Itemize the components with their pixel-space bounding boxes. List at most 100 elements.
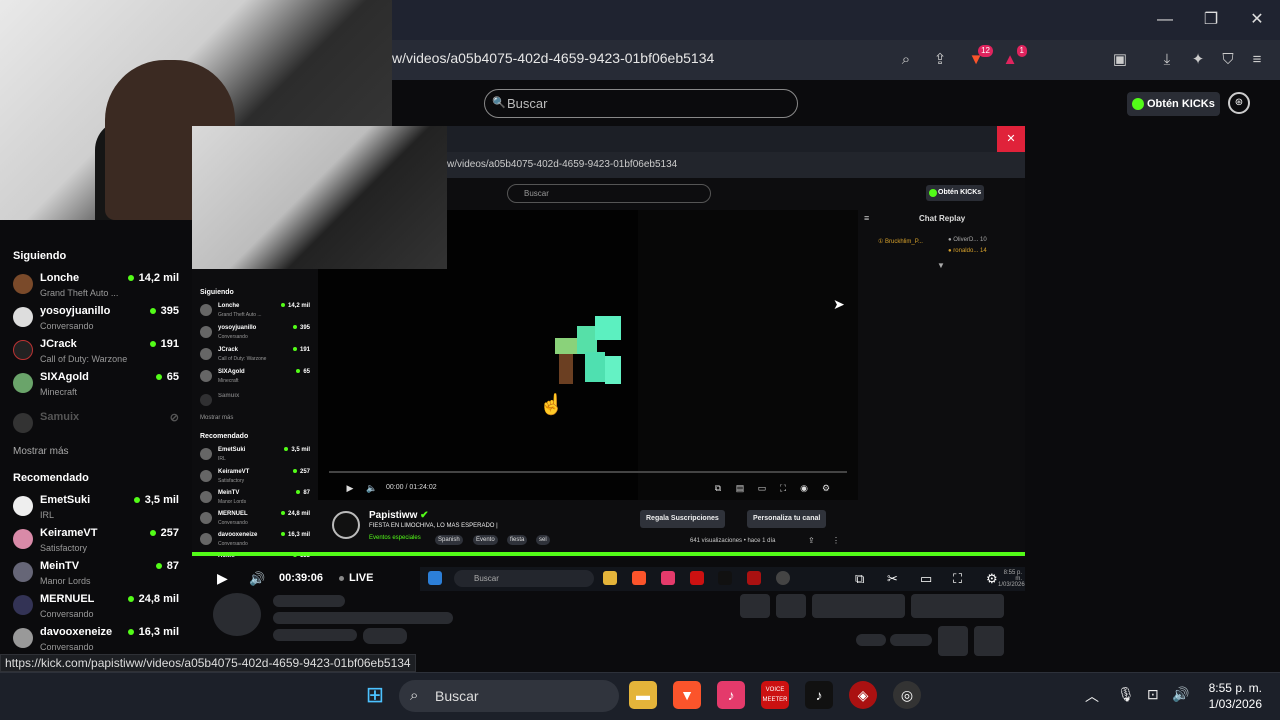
sidebar-channel[interactable]: EmetSuki IRL 3,5 mil <box>13 494 183 526</box>
brave-rewards-icon[interactable]: ▲ 1 <box>998 45 1027 72</box>
play-button[interactable]: ▶ <box>217 570 228 587</box>
inner-brave-icon <box>632 571 646 585</box>
speaker-icon[interactable]: 🔊 <box>1172 686 1189 703</box>
share-icon[interactable]: ⇪ <box>928 48 952 72</box>
avatar <box>13 562 33 582</box>
skeleton-pill <box>363 628 407 644</box>
show-more-link[interactable]: Mostrar más <box>13 446 69 457</box>
sidebar-channel[interactable]: Lonche Grand Theft Auto ... 14,2 mil <box>13 272 183 304</box>
close-window-button[interactable]: ✕ <box>1245 8 1269 32</box>
microphone-icon[interactable]: 🎙 <box>1117 686 1135 703</box>
sidebar-channel[interactable]: JCrack Call of Duty: Warzone 191 <box>13 338 183 370</box>
clip-icon[interactable]: ✂ <box>887 571 898 587</box>
clock-date[interactable]: 1/03/2026 <box>1200 697 1262 711</box>
inner-folder-icon <box>603 571 617 585</box>
inner-sidebar: Siguiendo Lonche Grand Theft Auto ... 14,2… <box>196 285 316 559</box>
channel-game: Conversando <box>40 609 94 619</box>
hand-cursor-icon: ☝ <box>539 394 564 416</box>
avatar <box>13 373 33 393</box>
chat-collapse-icon: ≡ <box>864 213 870 223</box>
avatar <box>200 326 212 338</box>
clock-time[interactable]: 8:55 p. m. <box>1206 681 1262 695</box>
sidebar-channel[interactable]: yosoyjuanillo Conversando 395 <box>13 305 183 337</box>
chat-user-3-name: ronaldo... <box>953 248 979 254</box>
channel-name: MeinTV <box>40 560 80 572</box>
get-kicks-button[interactable]: Obtén KICKs <box>1127 92 1220 116</box>
maximize-button[interactable]: ❐ <box>1199 8 1223 32</box>
viewer-count: 257 <box>292 469 310 475</box>
inner-kicks-button: Obtén KICKs <box>926 185 984 201</box>
brave-browser-icon[interactable]: ▼ <box>673 681 701 709</box>
obs-studio-icon[interactable]: ◎ <box>893 681 921 709</box>
viewer-count-text: 191 <box>299 347 310 353</box>
live-dot-icon <box>280 303 285 308</box>
channel-game: Call of Duty: Warzone <box>40 354 128 364</box>
fullscreen-icon[interactable]: ⛶ <box>953 571 962 587</box>
skeleton-pill <box>890 634 932 646</box>
sidebar-channel-offline[interactable]: Samuix ⊘ <box>13 411 183 443</box>
zoom-icon[interactable]: ⌕ <box>894 48 918 72</box>
brave-shield-icon[interactable]: ▼ 12 <box>964 45 993 72</box>
tray-overflow-icon[interactable]: ︿ <box>1085 686 1099 706</box>
viewer-count-text: 24,8 mil <box>287 511 310 517</box>
skeleton-line <box>273 629 357 641</box>
user-avatar-icon[interactable]: ⊛ <box>1228 92 1250 114</box>
network-icon[interactable]: ⊡ <box>1147 686 1159 703</box>
reader-mode-icon[interactable]: ▣ <box>1108 48 1132 72</box>
taskbar-search-placeholder: Buscar <box>435 688 479 704</box>
chat-user-1: ① Bruckhlim_P... <box>878 239 923 245</box>
viewer-count: 16,3 mil <box>280 532 310 538</box>
file-explorer-icon[interactable]: ▬ <box>629 681 657 709</box>
vpn-shield-icon[interactable]: ⛉ <box>1216 48 1240 72</box>
channel-game: Minecraft <box>40 387 78 397</box>
channel-name: SIXAgold <box>218 369 245 375</box>
sidebar-channel[interactable]: MeinTV Manor Lords 87 <box>13 560 183 592</box>
inner-kicks-label: Obtén KICKs <box>938 189 982 196</box>
url-field[interactable]: w/videos/a05b4075-402d-4659-9423-01bf06e… <box>392 50 714 66</box>
avatar <box>13 307 33 327</box>
search-placeholder: Buscar <box>507 96 548 111</box>
sidebar-channel[interactable]: MERNUEL Conversando 24,8 mil <box>13 593 183 625</box>
inner-recommended-item: MERNUEL Conversando 24,8 mil <box>200 511 312 531</box>
chat-scroll-down-icon: ▼ <box>937 261 945 270</box>
viewer-count: 3,5 mil <box>284 447 310 453</box>
sidebar-channel[interactable]: SIXAgold Minecraft 65 <box>13 371 183 403</box>
pip-icon[interactable]: ⧉ <box>855 571 864 587</box>
channel-game: Satisfactory <box>218 478 245 484</box>
video-progress-bar[interactable] <box>192 552 1025 556</box>
tiktok-icon[interactable]: ♪ <box>805 681 833 709</box>
channel-name: davooxeneize <box>40 626 113 638</box>
live-indicator[interactable]: LIVE <box>339 572 373 584</box>
inner-following-item: JCrack Call of Duty: Warzone 191 <box>200 347 312 367</box>
minimize-button[interactable]: — <box>1153 8 1177 32</box>
inner-taskbar-search: Buscar <box>454 570 594 587</box>
inner-following-item: Samuix <box>200 393 312 413</box>
inner-search-placeholder: Buscar <box>524 189 549 198</box>
tiktok-studio-icon[interactable]: ♪ <box>717 681 745 709</box>
windows-start-icon[interactable]: ⊞ <box>361 681 389 709</box>
settings-icon[interactable]: ⚙ <box>986 571 998 587</box>
skeleton-button <box>776 594 806 618</box>
avatar <box>200 448 212 460</box>
inner-recommended-item: MeinTV Manor Lords 87 <box>200 490 312 510</box>
app-icon[interactable]: ◈ <box>849 681 877 709</box>
sidebar-channel[interactable]: KeirameVT Satisfactory 257 <box>13 527 183 559</box>
volume-button[interactable]: 🔊 <box>249 571 265 587</box>
menu-icon[interactable]: ≡ <box>1245 48 1269 72</box>
download-icon[interactable]: ⤓ <box>1155 48 1179 72</box>
inner-following-title: Siguiendo <box>200 289 234 296</box>
leo-ai-icon[interactable]: ✦ <box>1186 48 1210 72</box>
viewer-count: 24,8 mil <box>127 593 179 605</box>
channel-game: Manor Lords <box>40 576 91 586</box>
search-input[interactable]: 🔍 Buscar <box>484 89 798 118</box>
viewer-count-text: 395 <box>299 325 310 331</box>
theater-icon[interactable]: ▭ <box>920 571 932 587</box>
avatar <box>13 628 33 648</box>
inner-volume-icon: 🔈 <box>366 483 378 493</box>
inner-tiktok-icon <box>718 571 732 585</box>
taskbar-search[interactable]: ⌕ Buscar <box>399 680 619 712</box>
search-icon: ⌕ <box>410 687 419 704</box>
avatar <box>200 348 212 360</box>
viewer-count: 65 <box>296 369 310 375</box>
voicemeeter-icon[interactable]: VOICE MEETER <box>761 681 789 709</box>
